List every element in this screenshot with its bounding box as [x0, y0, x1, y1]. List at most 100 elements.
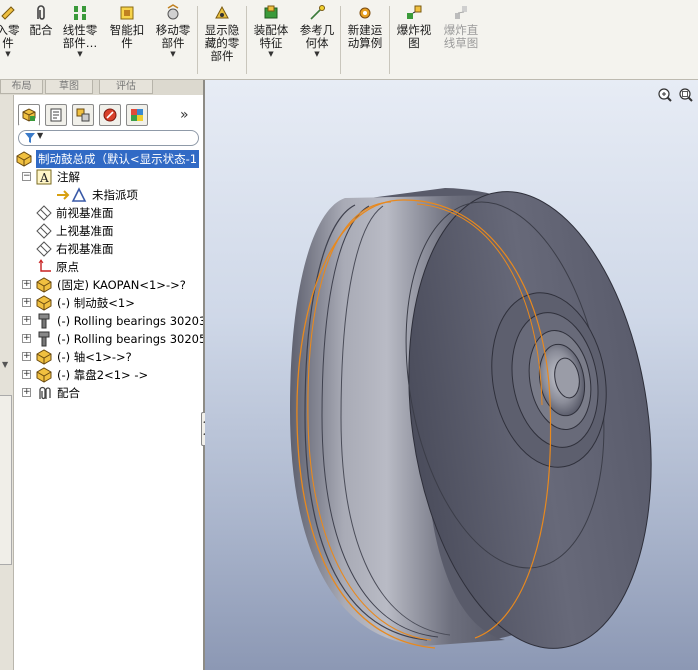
move-component-button[interactable]: 移动零 部件 ▼: [151, 4, 195, 76]
toolbox-part-icon: [38, 331, 50, 347]
insert-component-icon: [1, 6, 15, 20]
explode-line-sketch-icon: [455, 6, 467, 19]
left-task-strip: ▼: [0, 95, 14, 670]
display-manager-icon: [131, 109, 143, 121]
configuration-manager-icon: [76, 108, 90, 122]
move-component-icon: [167, 4, 179, 20]
brake-drum-assembly-model[interactable]: [205, 80, 698, 670]
tree-item-label: 原点: [56, 260, 79, 274]
linear-pattern-button[interactable]: 线性零 部件… ▼: [58, 4, 102, 76]
new-motion-study-button[interactable]: 新建运 动算例: [343, 4, 387, 76]
tab-evaluate[interactable]: 评估: [99, 80, 153, 94]
svg-text:A: A: [39, 171, 49, 185]
expand-toggle[interactable]: +: [22, 316, 31, 325]
arrow-right-icon: [57, 190, 70, 200]
plane-icon: [36, 205, 52, 221]
tree-item-label: (固定) KAOPAN<1>->?: [57, 278, 186, 292]
assembly-features-icon: [264, 5, 278, 19]
chevron-down-icon: ▼: [77, 50, 83, 58]
filter-funnel-icon: [25, 133, 35, 143]
tree-item-annotations[interactable]: − A 注解: [22, 168, 202, 186]
expand-toggle[interactable]: +: [22, 280, 31, 289]
toolbar-separator: [340, 6, 341, 74]
tree-item-component[interactable]: + (-) 靠盘2<1> ->: [22, 366, 202, 384]
part-icon: [36, 295, 52, 311]
tree-item-label: (-) Rolling bearings 30203 GB: [57, 314, 227, 328]
exploded-view-icon: [407, 5, 422, 19]
tree-item-component[interactable]: + (固定) KAOPAN<1>->?: [22, 276, 202, 294]
tab-display-manager[interactable]: [126, 104, 148, 126]
tab-configuration-manager[interactable]: [72, 104, 94, 126]
command-manager-tabs: 布局 草图 评估: [0, 80, 203, 95]
tab-property-manager[interactable]: [45, 104, 67, 126]
tree-item-label: (-) Rolling bearings 30205 GB: [57, 332, 227, 346]
part-icon: [36, 367, 52, 383]
tree-item-top-plane[interactable]: 上视基准面: [36, 222, 202, 240]
tree-item-label: 制动鼓总成（默认<显示状态-1: [36, 150, 200, 168]
tab-sketch[interactable]: 草图: [45, 80, 93, 94]
tree-item-label: (-) 制动鼓<1>: [57, 296, 135, 310]
tree-item-component[interactable]: + (-) Rolling bearings 30203 GB: [22, 312, 227, 330]
reference-geometry-icon: [310, 5, 325, 20]
chevron-down-icon: ▼: [170, 50, 176, 58]
tree-item-label: (-) 轴<1>->?: [57, 350, 132, 364]
feature-manager-panel: » ▼ 制动鼓总成（默认<显示状态-1 − A 注解 未指派项 前视基准面 上视: [14, 95, 227, 670]
annotation-icon: A: [36, 169, 52, 185]
chevron-down-icon[interactable]: ▼: [2, 360, 8, 369]
mate-button[interactable]: 配合: [26, 4, 56, 76]
tab-layout[interactable]: 布局: [0, 80, 43, 94]
tree-item-mates[interactable]: + 配合: [22, 384, 202, 402]
exploded-view-button[interactable]: 爆炸视 图: [392, 4, 436, 76]
property-manager-icon: [50, 108, 62, 122]
linear-pattern-icon: [74, 6, 86, 20]
tree-item-component[interactable]: + (-) 轴<1>->?: [22, 348, 202, 366]
toolbar-separator: [197, 6, 198, 74]
origin-icon: [38, 259, 51, 272]
graphics-viewport[interactable]: [205, 80, 698, 670]
smart-fasteners-button[interactable]: 智能扣 件: [106, 4, 148, 76]
chevron-down-icon: ▼: [268, 50, 274, 58]
tree-item-component[interactable]: + (-) 制动鼓<1>: [22, 294, 202, 312]
expand-toggle[interactable]: +: [22, 352, 31, 361]
toolbox-part-icon: [38, 313, 50, 329]
mate-paperclip-icon: [37, 5, 45, 20]
show-hidden-icon: [215, 5, 229, 19]
tree-item-unassigned[interactable]: 未指派项: [54, 186, 202, 204]
command-manager-toolbar: 入零 件 ▼ 配合 线性零 部件… ▼ 智能扣 件 移动零 部件 ▼ 显示隐 藏…: [0, 0, 698, 80]
tree-item-label: 未指派项: [92, 188, 138, 202]
toolbar-separator: [246, 6, 247, 74]
expand-toggle[interactable]: +: [22, 388, 31, 397]
expand-toggle[interactable]: +: [22, 298, 31, 307]
tab-dimxpert-manager[interactable]: [99, 104, 121, 126]
chevron-down-icon: ▼: [37, 131, 44, 140]
dimxpert-icon: [103, 108, 117, 122]
tree-item-component[interactable]: + (-) Rolling bearings 30205 GB: [22, 330, 227, 348]
tree-item-label: 注解: [57, 170, 80, 184]
insert-component-button[interactable]: 入零 件 ▼: [0, 4, 22, 76]
assembly-features-button[interactable]: 装配体 特征 ▼: [249, 4, 293, 76]
mates-icon: [39, 386, 51, 400]
feature-tree-icon: [22, 108, 36, 122]
assembly-icon: [16, 151, 32, 167]
tree-item-label: 右视基准面: [56, 242, 114, 256]
tree-item-label: (-) 靠盘2<1> ->: [57, 368, 149, 382]
show-hidden-components-button[interactable]: 显示隐 藏的零 部件: [200, 4, 244, 76]
expand-toggle[interactable]: +: [22, 370, 31, 379]
plane-icon: [36, 241, 52, 257]
tree-item-label: 前视基准面: [56, 206, 114, 220]
tree-root-assembly[interactable]: 制动鼓总成（默认<显示状态-1: [16, 150, 203, 168]
feature-tree-filter[interactable]: ▼: [18, 130, 199, 146]
chevron-down-icon: ▼: [5, 50, 11, 58]
toolbar-separator: [389, 6, 390, 74]
collapse-toggle[interactable]: −: [22, 172, 31, 181]
tab-feature-manager[interactable]: [18, 104, 40, 126]
chevron-down-icon: ▼: [314, 50, 320, 58]
explode-line-sketch-button[interactable]: 爆炸直 线草图: [438, 4, 484, 76]
part-icon: [36, 349, 52, 365]
tree-item-front-plane[interactable]: 前视基准面: [36, 204, 202, 222]
tree-item-origin[interactable]: 原点: [36, 258, 202, 276]
expand-panel-icon[interactable]: »: [180, 107, 189, 123]
tree-item-right-plane[interactable]: 右视基准面: [36, 240, 202, 258]
reference-geometry-button[interactable]: 参考几 何体 ▼: [296, 4, 338, 76]
expand-toggle[interactable]: +: [22, 334, 31, 343]
